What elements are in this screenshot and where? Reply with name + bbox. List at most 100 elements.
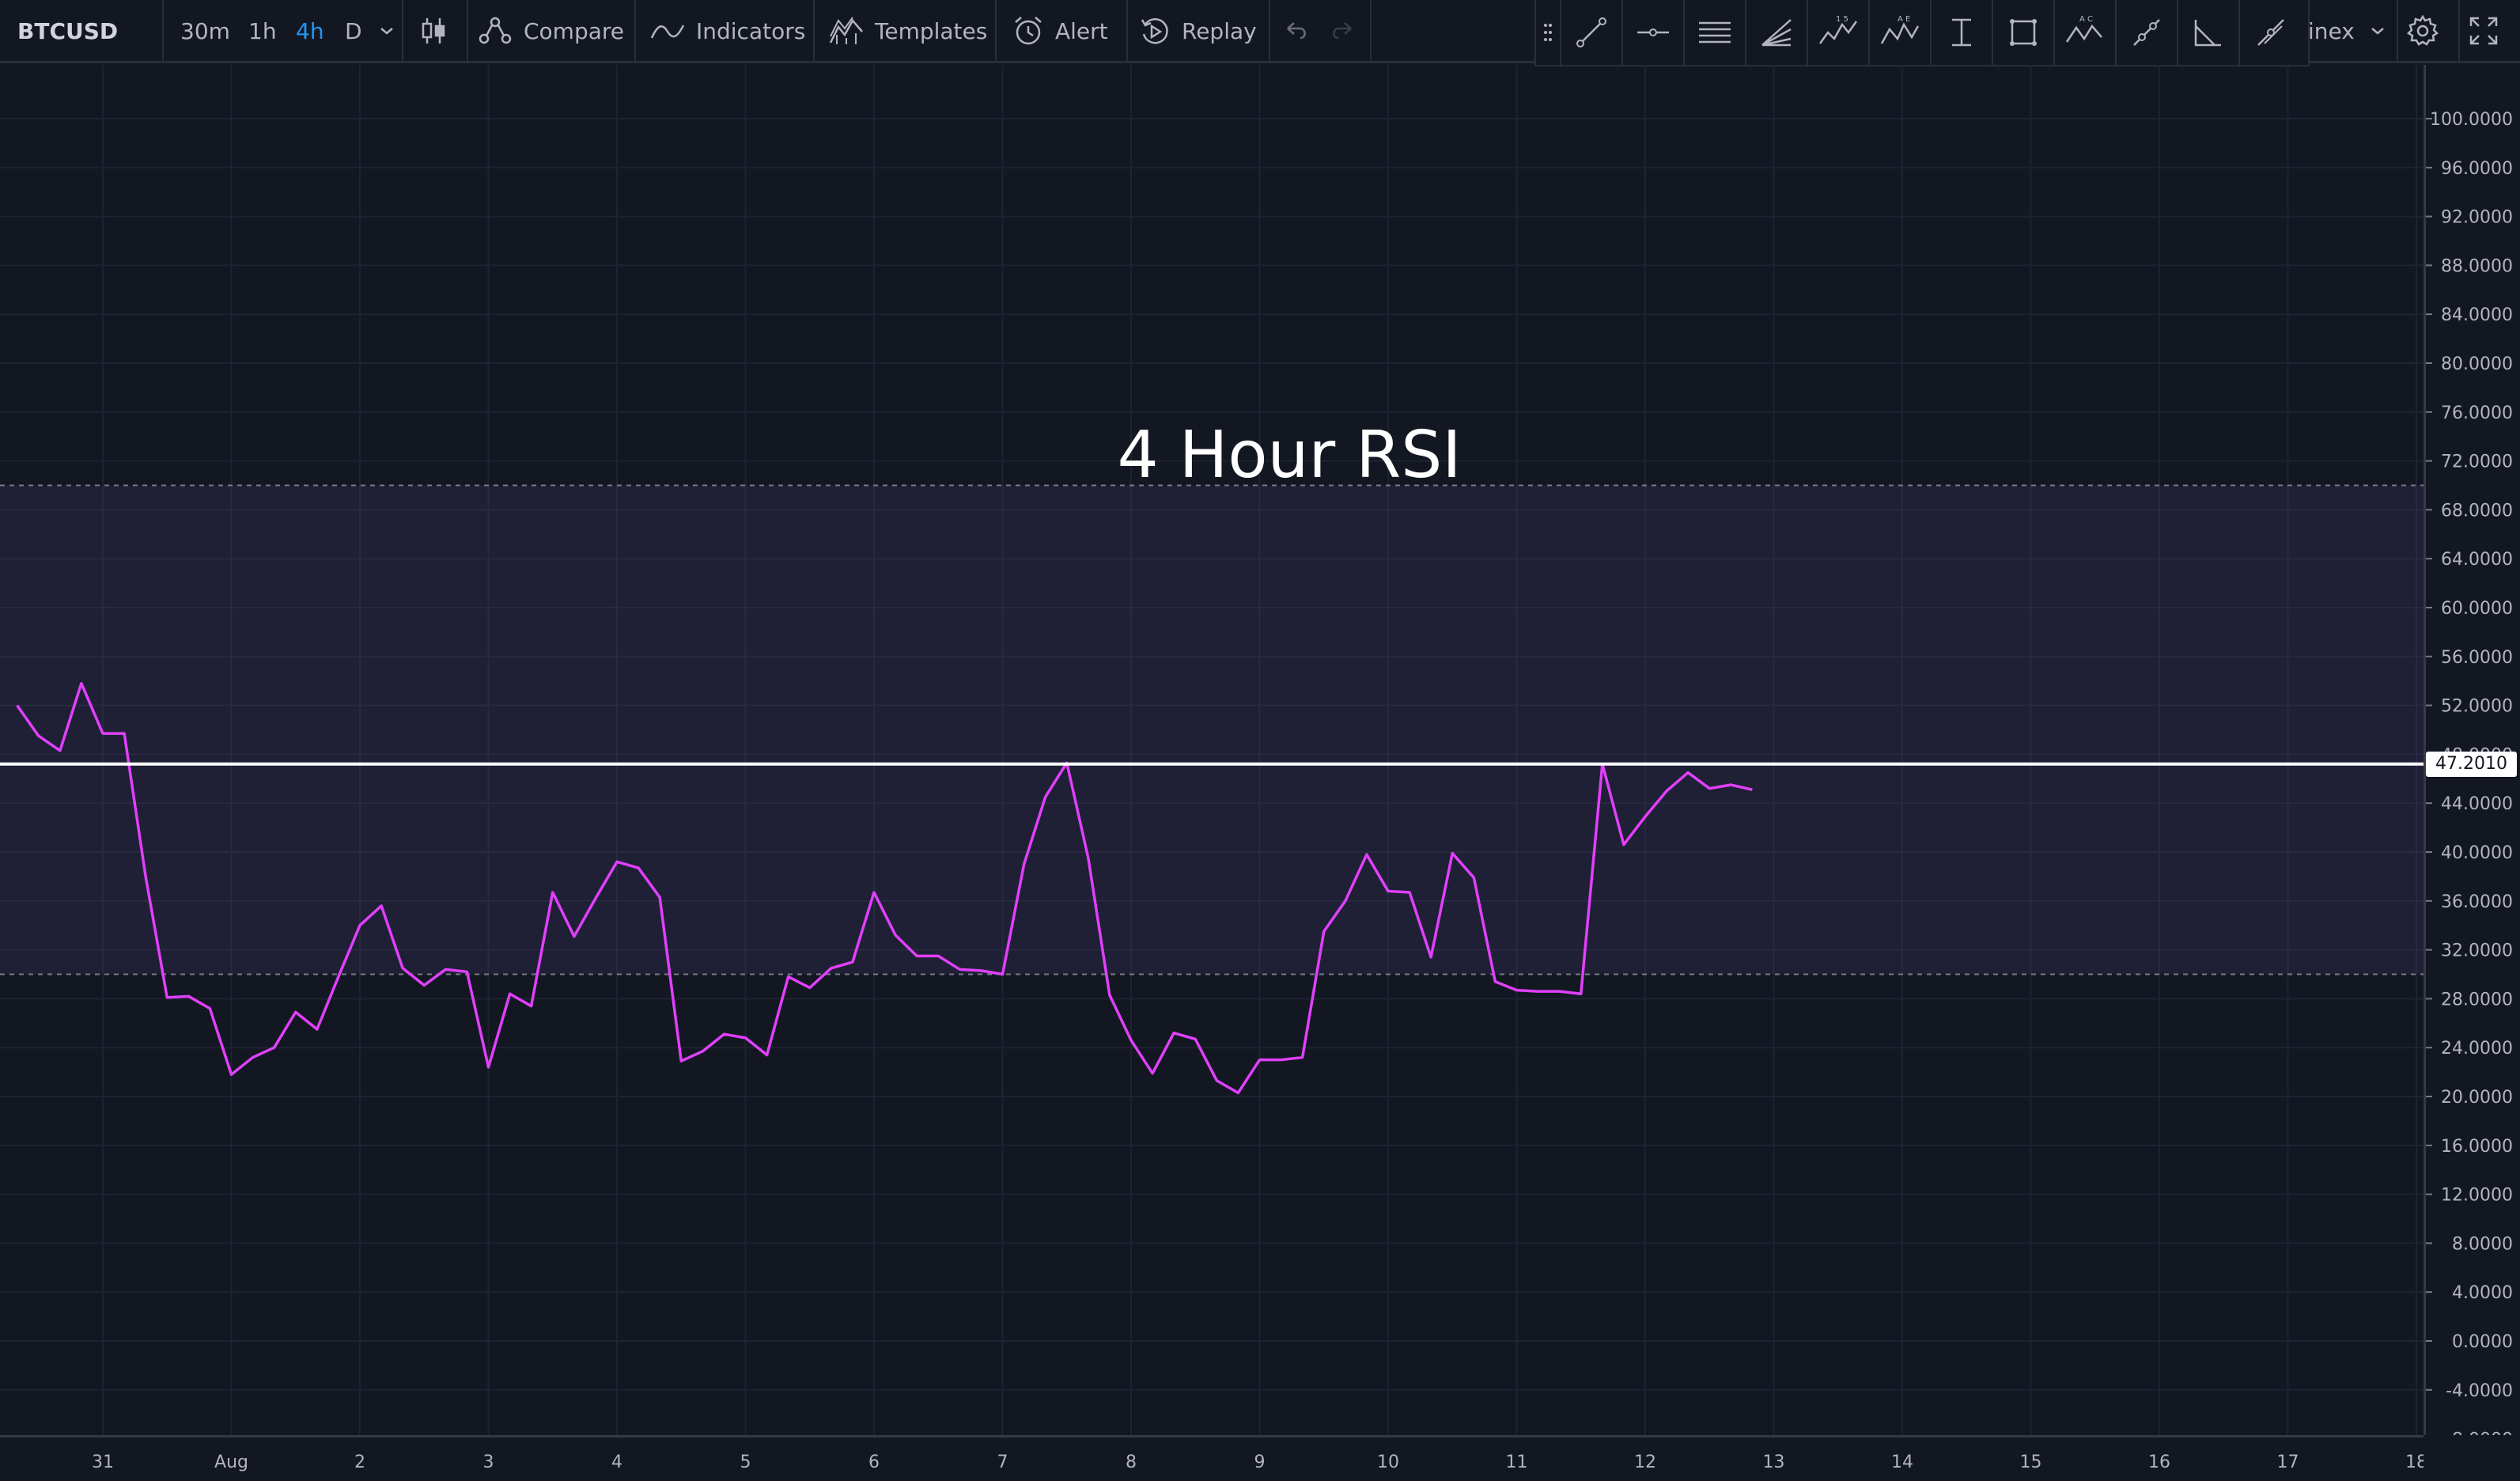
interval-30m-label: 30m: [180, 17, 230, 44]
toolbar-divider: [634, 0, 636, 62]
alert-label: Alert: [1055, 17, 1108, 44]
y-tick-label: 32.0000: [2441, 941, 2513, 961]
templates-button[interactable]: Templates: [829, 0, 987, 62]
y-tick-label: 96.0000: [2441, 159, 2513, 179]
fullscreen-button[interactable]: [2468, 0, 2499, 62]
horizontal-line-tool[interactable]: [1623, 0, 1685, 65]
y-tick-label: 12.0000: [2441, 1186, 2513, 1206]
ray-tool[interactable]: [2240, 0, 2302, 65]
interval-4h-label: 4h: [296, 17, 324, 44]
horizontal-line-icon: [1637, 28, 1669, 36]
toolbar-divider: [1370, 0, 1372, 62]
chart-title: 4 Hour RSI: [1117, 418, 1462, 493]
drag-handle-icon: [1544, 24, 1552, 41]
y-tick-label: 88.0000: [2441, 256, 2513, 276]
y-tick-label: 8.0000: [2452, 1234, 2513, 1254]
x-tick-label: 12: [1634, 1453, 1656, 1472]
y-tick-label: -4.0000: [2446, 1381, 2513, 1401]
alert-button[interactable]: Alert: [1012, 0, 1108, 62]
exchange-select[interactable]: inex: [2308, 0, 2386, 62]
pattern-153-tool[interactable]: 1 5: [1808, 0, 1870, 65]
toolbar-divider: [813, 0, 815, 62]
x-tick-label: 3: [483, 1453, 494, 1472]
settings-button[interactable]: [2406, 0, 2439, 62]
redo-button[interactable]: [1329, 0, 1354, 62]
interval-1h-label: 1h: [248, 17, 277, 44]
last-value-label: 47.2010: [2426, 751, 2517, 777]
fib-retracement-tool[interactable]: [1746, 0, 1808, 65]
interval-1h-button[interactable]: 1h: [248, 0, 277, 62]
rectangle-icon: [2010, 19, 2037, 46]
symbol-label: BTCUSD: [17, 17, 119, 44]
drawing-toolbar: 1 5 A E A C: [1534, 0, 2310, 66]
y-tick-label: 36.0000: [2441, 892, 2513, 912]
brush-tool[interactable]: [2117, 0, 2178, 65]
x-tick-label: 6: [868, 1453, 880, 1472]
y-tick-label: 20.0000: [2441, 1088, 2513, 1108]
pattern-abc-tool[interactable]: A C: [2055, 0, 2117, 65]
y-tick-label: 72.0000: [2441, 453, 2513, 472]
interval-4h-button[interactable]: 4h: [296, 0, 324, 62]
x-tick-label: 16: [2148, 1453, 2170, 1472]
replay-label: Replay: [1182, 17, 1257, 44]
parallel-channel-tool[interactable]: [1685, 0, 1746, 65]
angle-tool[interactable]: [2178, 0, 2240, 65]
y-tick-label: 28.0000: [2441, 990, 2513, 1009]
x-tick-label: 10: [1377, 1453, 1399, 1472]
time-axis[interactable]: 31 Aug 2 3 4 5 6 7 8 9 10 11 12 13 14 15 16 17 18: [0, 1435, 2427, 1481]
drag-handle[interactable]: [1536, 0, 1561, 65]
x-tick-label: 2: [354, 1453, 365, 1472]
x-tick-label: 8: [1126, 1453, 1137, 1472]
rsi-band: [0, 485, 2424, 975]
price-axis-labels: 100.0000 96.0000 92.0000 88.0000 84.0000 80.0…: [2426, 110, 2513, 1450]
x-tick-label: 9: [1254, 1453, 1266, 1472]
redo-icon: [1333, 22, 1352, 40]
toolbar-divider: [402, 0, 403, 62]
ray-icon: [2257, 19, 2284, 46]
compare-icon: [479, 17, 512, 44]
chart-type-button[interactable]: [419, 0, 448, 62]
x-tick-label: 14: [1891, 1453, 1913, 1472]
trend-line-tool[interactable]: [1561, 0, 1623, 65]
abc-pattern-icon: A C: [2065, 15, 2102, 43]
x-tick-label: 5: [740, 1453, 751, 1472]
trend-line-icon: [1576, 17, 1606, 47]
interval-d-button[interactable]: D: [345, 0, 362, 62]
symbol-search-button[interactable]: BTCUSD: [17, 0, 118, 62]
interval-d-label: D: [345, 17, 362, 44]
x-tick-label: 7: [997, 1453, 1008, 1472]
svg-text:1 5: 1 5: [1836, 15, 1848, 24]
toolbar-divider: [467, 0, 468, 62]
rectangle-tool[interactable]: [1993, 0, 2055, 65]
replay-button[interactable]: Replay: [1139, 0, 1257, 62]
y-tick-label: 40.0000: [2441, 843, 2513, 863]
candlestick-icon: [422, 18, 445, 44]
compare-button[interactable]: Compare: [478, 0, 624, 62]
y-tick-label: 24.0000: [2441, 1039, 2513, 1059]
price-range-tool[interactable]: [1932, 0, 1993, 65]
wave-pattern-icon: 1 5: [1818, 15, 1858, 44]
templates-icon: [829, 17, 863, 44]
toolbar-divider: [2397, 0, 2398, 62]
y-tick-label: 100.0000: [2430, 110, 2513, 130]
y-tick-label: 56.0000: [2441, 648, 2513, 668]
y-tick-label: 84.0000: [2441, 305, 2513, 325]
svg-text:A C: A C: [2079, 15, 2093, 24]
rsi-chart[interactable]: [0, 65, 2424, 1435]
compare-label: Compare: [524, 17, 625, 44]
interval-30m-button[interactable]: 30m: [180, 0, 230, 62]
pattern-abcde-tool[interactable]: A E: [1870, 0, 1932, 65]
chart-pane[interactable]: 4 Hour RSI: [0, 65, 2424, 1435]
chevron-down-icon: [380, 28, 393, 35]
indicators-button[interactable]: Indicators: [650, 0, 805, 62]
toolbar-divider: [995, 0, 997, 62]
horizontal-lines-icon: [1699, 21, 1731, 44]
brush-icon: [2133, 19, 2160, 46]
x-tick-label: Aug: [214, 1453, 248, 1472]
interval-dropdown-button[interactable]: [378, 0, 395, 62]
x-tick-label: 4: [611, 1453, 622, 1472]
price-axis[interactable]: 100.0000 96.0000 92.0000 88.0000 84.0000 80.0…: [2424, 65, 2520, 1450]
undo-button[interactable]: [1285, 0, 1310, 62]
gear-icon: [2406, 14, 2439, 46]
indicators-label: Indicators: [696, 17, 806, 44]
